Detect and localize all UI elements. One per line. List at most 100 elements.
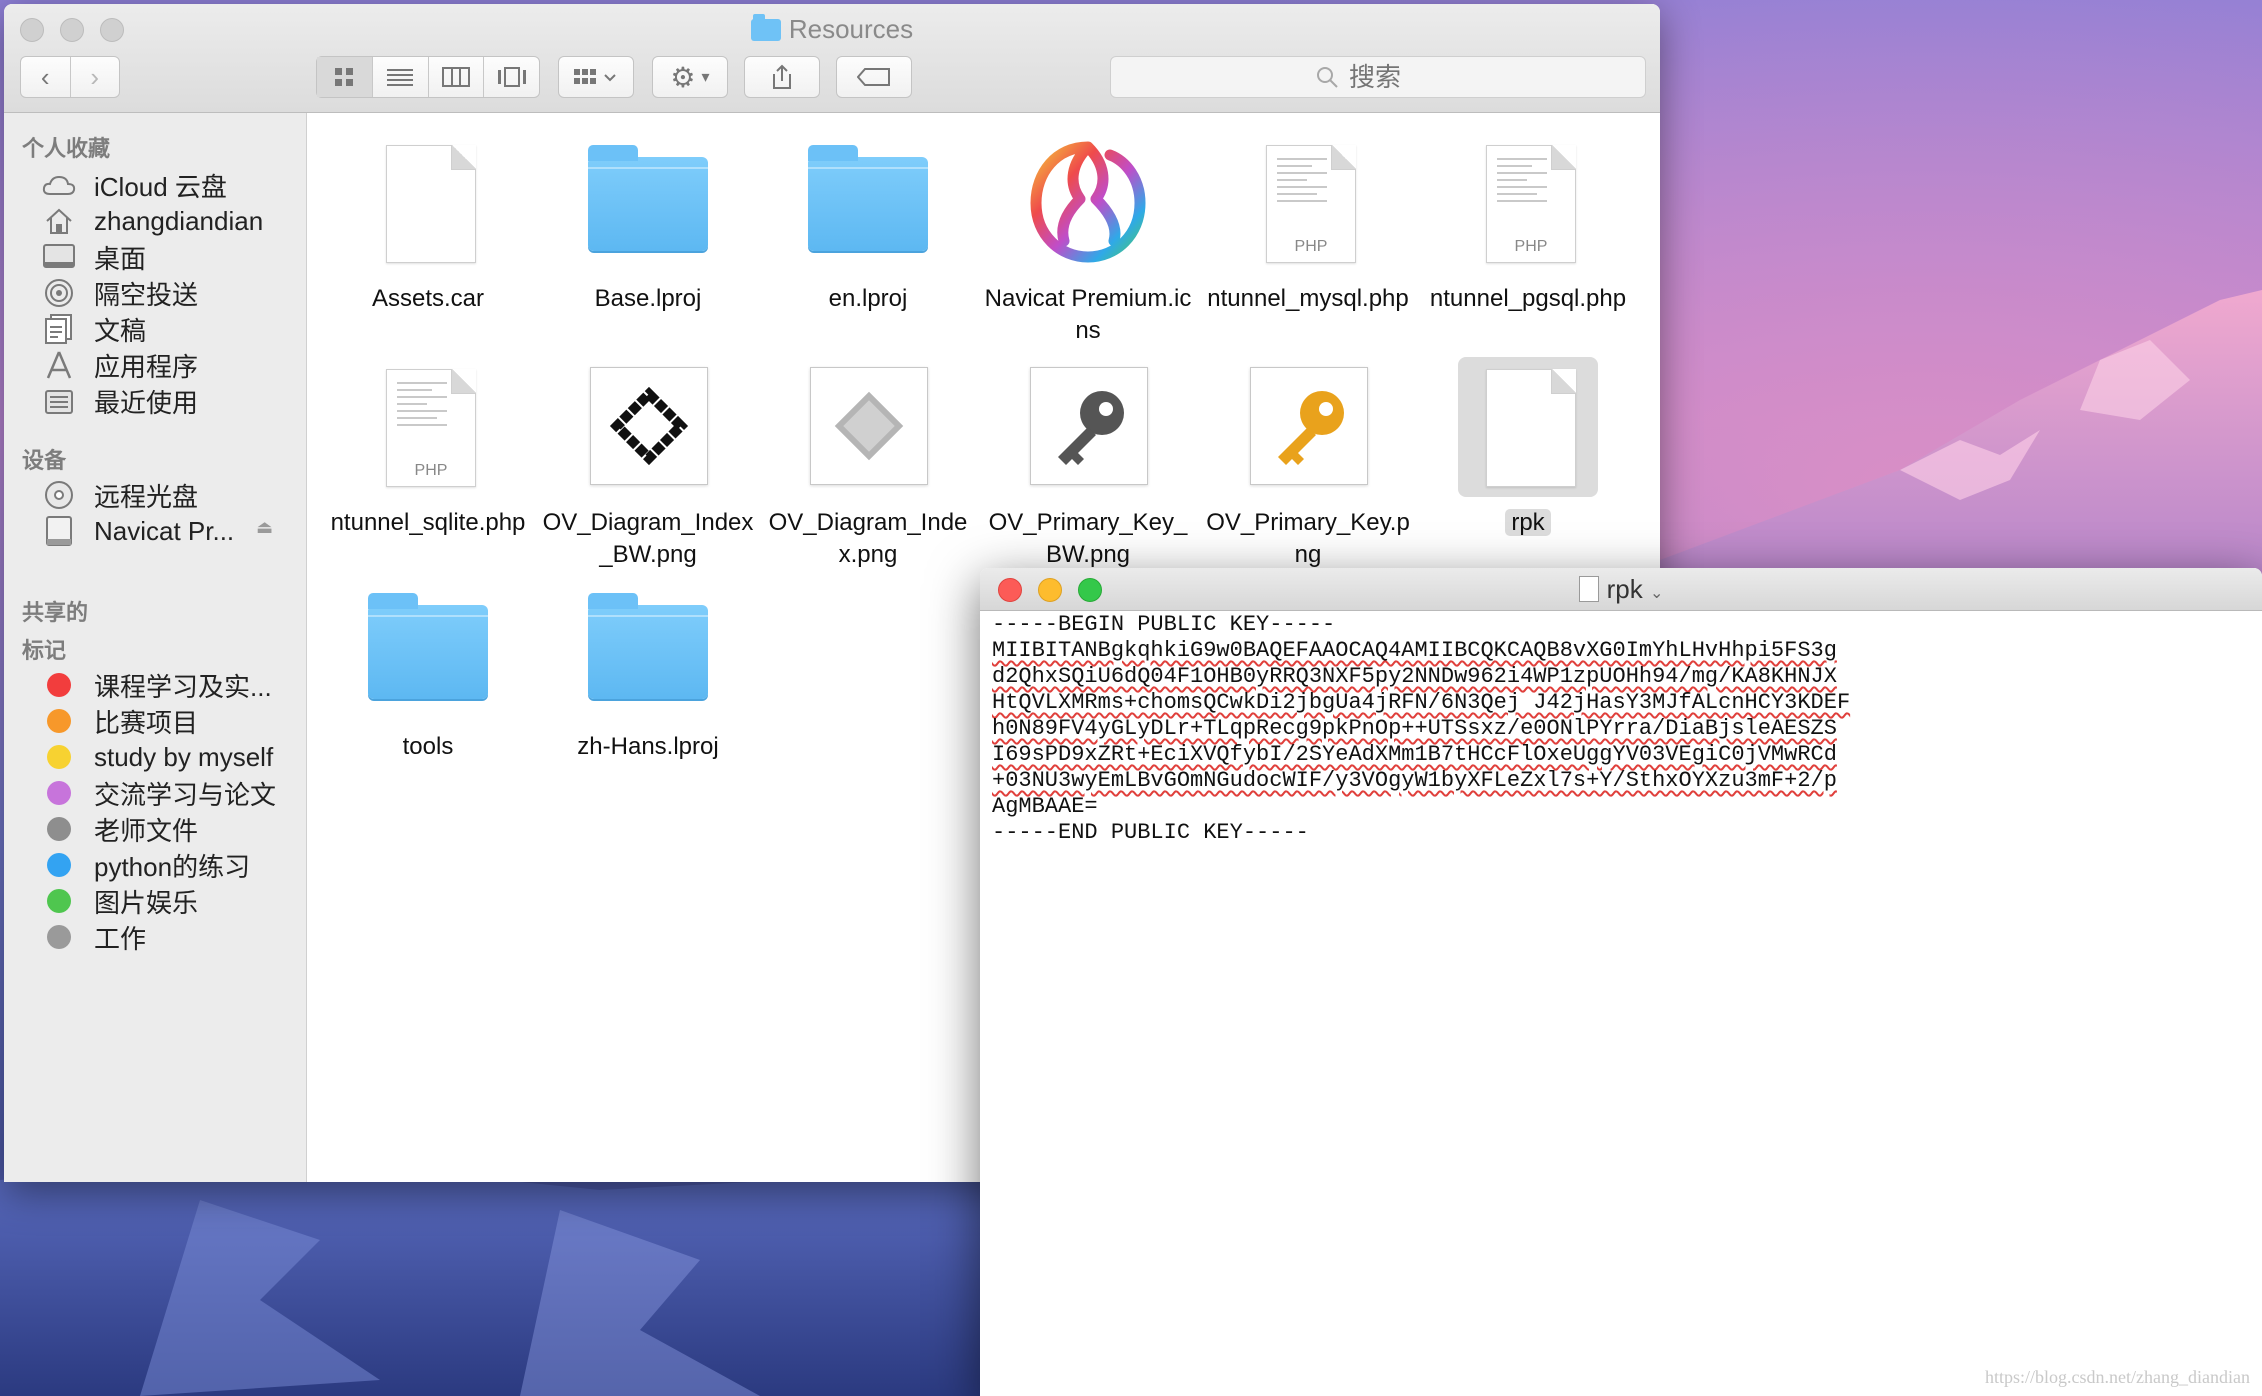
columns-icon [441, 67, 470, 87]
column-view-button[interactable] [429, 57, 485, 97]
file-item-rpk[interactable]: rpk [1421, 357, 1635, 539]
document-icon [1458, 357, 1598, 497]
file-item-base-lproj[interactable]: Base.lproj [541, 133, 755, 315]
tag-dot-green-icon [47, 889, 71, 913]
file-item-zh-hans-lproj[interactable]: zh-Hans.lproj [541, 581, 755, 763]
shared-heading: 共享的 [22, 600, 89, 625]
back-forward-control: ‹ › [20, 56, 120, 98]
sidebar-item-desktop[interactable]: 桌面 [40, 237, 146, 277]
sidebar-tag-python[interactable]: python的练习 [40, 845, 250, 885]
action-button[interactable]: ⚙ ▾ [652, 56, 728, 98]
arrange-grid-icon [574, 69, 616, 84]
sidebar-item-remote-disc[interactable]: 远程光盘 [40, 475, 198, 515]
tag-dot-blue-icon [47, 853, 71, 877]
sidebar-item-airdrop[interactable]: 隔空投送 [40, 273, 198, 313]
file-item-ov-diagram-index[interactable]: OV_Diagram_Index.png [761, 357, 975, 571]
tag-dot-purple-icon [47, 781, 71, 805]
finder-sidebar: 个人收藏 iCloud 云盘 zhangdiandian 桌面 隔空投送 文稿 … [4, 113, 307, 1182]
file-item-en-lproj[interactable]: en.lproj [761, 133, 975, 315]
applications-icon [40, 348, 78, 382]
window-title[interactable]: rpk ⌄ [980, 574, 2262, 605]
view-mode-control [316, 56, 540, 98]
gear-icon: ⚙ [670, 61, 696, 93]
share-icon [773, 64, 791, 89]
icon-view-button[interactable] [317, 57, 373, 97]
sidebar-tag-competition[interactable]: 比赛项目 [40, 701, 198, 741]
sidebar-item-icloud[interactable]: iCloud 云盘 [40, 165, 227, 205]
drive-icon [40, 514, 78, 548]
file-item-ov-primary-key[interactable]: OV_Primary_Key.png [1201, 357, 1415, 571]
list-view-button[interactable] [373, 57, 429, 97]
key-text-line: -----BEGIN PUBLIC KEY----- [992, 612, 1336, 637]
file-item-ov-diagram-index-bw[interactable]: OV_Diagram_Index_BW.png [541, 357, 755, 571]
folder-icon [798, 133, 938, 273]
key-text-line: +03NU3wyEmLBvGOmNGudocWIF/y3VOgyW1byXFLe… [992, 768, 1837, 793]
sidebar-tag-teacher[interactable]: 老师文件 [40, 809, 198, 849]
share-button[interactable] [744, 56, 820, 98]
key-text-line: d2QhxSQiU6dQ04F1OHB0yRRQ3NXF5py2NNDw962i… [992, 664, 1837, 689]
sidebar-item-applications[interactable]: 应用程序 [40, 345, 198, 385]
sidebar-tag-courses[interactable]: 课程学习及实... [40, 665, 272, 705]
sidebar-item-documents[interactable]: 文稿 [40, 309, 146, 349]
file-item-assets-car[interactable]: Assets.car [321, 133, 535, 315]
blog-watermark: https://blog.csdn.net/zhang_diandian [1985, 1367, 2250, 1387]
sidebar-item-recents[interactable]: 最近使用 [40, 381, 198, 421]
list-icon [387, 69, 414, 86]
diagram-index-icon [798, 357, 938, 497]
chevron-down-icon: ⌄ [1649, 585, 1664, 602]
folder-icon [750, 14, 781, 41]
search-input[interactable] [1347, 60, 1441, 94]
sidebar-item-home[interactable]: zhangdiandian [40, 201, 263, 241]
diagram-index-bw-icon [578, 357, 718, 497]
textedit-window: rpk ⌄ -----BEGIN PUBLIC KEY----- MIIBITA… [980, 568, 2262, 1396]
arrange-button[interactable] [558, 56, 634, 98]
recents-icon [40, 384, 78, 418]
file-item-tools[interactable]: tools [321, 581, 535, 763]
desktop-icon [40, 240, 78, 274]
tag-dot-yellow-icon [47, 745, 71, 769]
chevron-right-icon: › [90, 61, 100, 92]
navicat-app-icon [1018, 133, 1158, 273]
text-editor-area[interactable]: -----BEGIN PUBLIC KEY----- MIIBITANBgkqh… [992, 612, 2250, 1396]
file-item-ov-primary-key-bw[interactable]: OV_Primary_Key_BW.png [981, 357, 1195, 571]
tag-dot-gray-icon [47, 925, 71, 949]
chevron-down-icon: ▾ [701, 69, 710, 86]
airdrop-icon [40, 276, 78, 310]
folder-icon [578, 133, 718, 273]
sidebar-item-navicat-volume[interactable]: Navicat Pr... [40, 511, 234, 551]
php-file-icon: PHP [1458, 133, 1598, 273]
disc-icon [40, 478, 78, 512]
eject-icon[interactable]: ⏏ [256, 517, 273, 538]
primary-key-icon [1238, 357, 1378, 497]
edit-tags-button[interactable] [836, 56, 912, 98]
sidebar-tag-work[interactable]: 工作 [40, 917, 146, 957]
sidebar-tag-pictures[interactable]: 图片娱乐 [40, 881, 198, 921]
folder-icon [358, 581, 498, 721]
window-title: Resources [4, 14, 1660, 45]
file-item-ntunnel-pgsql[interactable]: PHP ntunnel_pgsql.php [1421, 133, 1635, 315]
document-icon [1578, 576, 1599, 602]
key-text-line: AgMBAAE= [992, 794, 1098, 819]
cloud-icon [40, 168, 78, 202]
documents-icon [40, 312, 78, 346]
file-item-ntunnel-sqlite[interactable]: PHP ntunnel_sqlite.php [321, 357, 535, 539]
textedit-titlebar[interactable]: rpk ⌄ [980, 568, 2262, 611]
document-icon [358, 133, 498, 273]
search-field[interactable] [1110, 56, 1646, 98]
key-text-line: HtQVLXMRms+chomsQCwkDi2jbgUa4jRFN/6N3Qej… [992, 690, 1851, 715]
forward-button[interactable]: › [71, 57, 120, 97]
primary-key-bw-icon [1018, 357, 1158, 497]
file-item-navicat-icns[interactable]: Navicat Premium.icns [981, 133, 1195, 347]
cover-flow-button[interactable] [484, 57, 539, 97]
key-text-line: MIIBITANBgkqhkiG9w0BAQEFAAOCAQ4AMIIBCQKC… [992, 638, 1837, 663]
tags-heading: 标记 [22, 638, 67, 663]
finder-toolbar: Resources ‹ › ⚙ ▾ [4, 4, 1660, 113]
key-text-line: I69sPD9xZRt+EciXVQfybI/2SYeAdXMm1B7tHCcF… [992, 742, 1837, 767]
cover-flow-icon [497, 67, 526, 87]
key-text-line: -----END PUBLIC KEY----- [992, 820, 1309, 845]
sidebar-tag-study[interactable]: study by myself [40, 737, 273, 777]
home-icon [40, 204, 78, 238]
sidebar-tag-papers[interactable]: 交流学习与论文 [40, 773, 276, 813]
file-item-ntunnel-mysql[interactable]: PHP ntunnel_mysql.php [1201, 133, 1415, 315]
back-button[interactable]: ‹ [21, 57, 71, 97]
